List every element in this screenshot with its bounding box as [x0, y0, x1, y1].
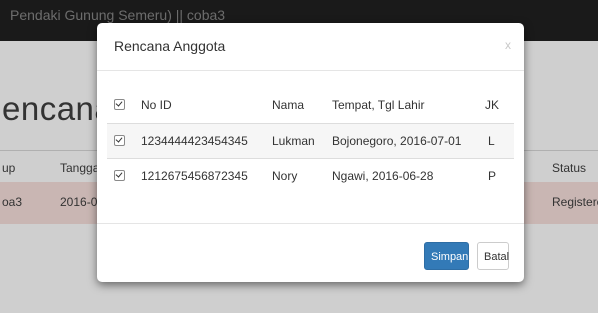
column-header-date: Tanggal	[60, 161, 103, 175]
table-row[interactable]: 1234444423454345 Lukman Bojonegoro, 2016…	[107, 123, 514, 159]
column-header-group: up	[2, 161, 16, 175]
table-header-row: No ID Nama Tempat, Tgl Lahir JK	[107, 88, 514, 123]
cell-jk: P	[488, 169, 497, 183]
close-icon[interactable]: x	[505, 38, 511, 52]
cancel-button[interactable]: Batal	[477, 242, 509, 270]
column-header-jk: JK	[485, 98, 500, 112]
cell-jk: L	[488, 134, 495, 148]
column-header-nama: Nama	[272, 98, 305, 112]
modal-footer: Simpan Batal	[97, 223, 524, 283]
column-header-ttl: Tempat, Tgl Lahir	[332, 98, 425, 112]
cell-ttl: Ngawi, 2016-06-28	[332, 169, 434, 183]
row-checkbox[interactable]	[114, 170, 125, 181]
cell-nama: Lukman	[272, 134, 315, 148]
column-header-no-id: No ID	[141, 98, 172, 112]
cell-nama: Nory	[272, 169, 298, 183]
rencana-anggota-modal: Rencana Anggota x No ID Nama Tempat, Tgl…	[97, 23, 524, 282]
modal-header: Rencana Anggota x	[97, 23, 524, 71]
navbar-brand[interactable]: Pendaki Gunung Semeru) || coba3	[10, 7, 225, 23]
save-button[interactable]: Simpan	[424, 242, 469, 270]
table-row[interactable]: 1212675456872345 Nory Ngawi, 2016-06-28 …	[107, 158, 514, 194]
cell-group: oa3	[2, 195, 23, 209]
select-all-checkbox[interactable]	[114, 99, 125, 110]
cell-no-id: 1234444423454345	[141, 134, 248, 148]
cell-ttl: Bojonegoro, 2016-07-01	[332, 134, 462, 148]
modal-title: Rencana Anggota	[114, 38, 226, 54]
column-header-status: Status	[552, 161, 587, 175]
cell-no-id: 1212675456872345	[141, 169, 248, 183]
row-checkbox[interactable]	[114, 135, 125, 146]
cell-status: Registere	[552, 195, 598, 209]
